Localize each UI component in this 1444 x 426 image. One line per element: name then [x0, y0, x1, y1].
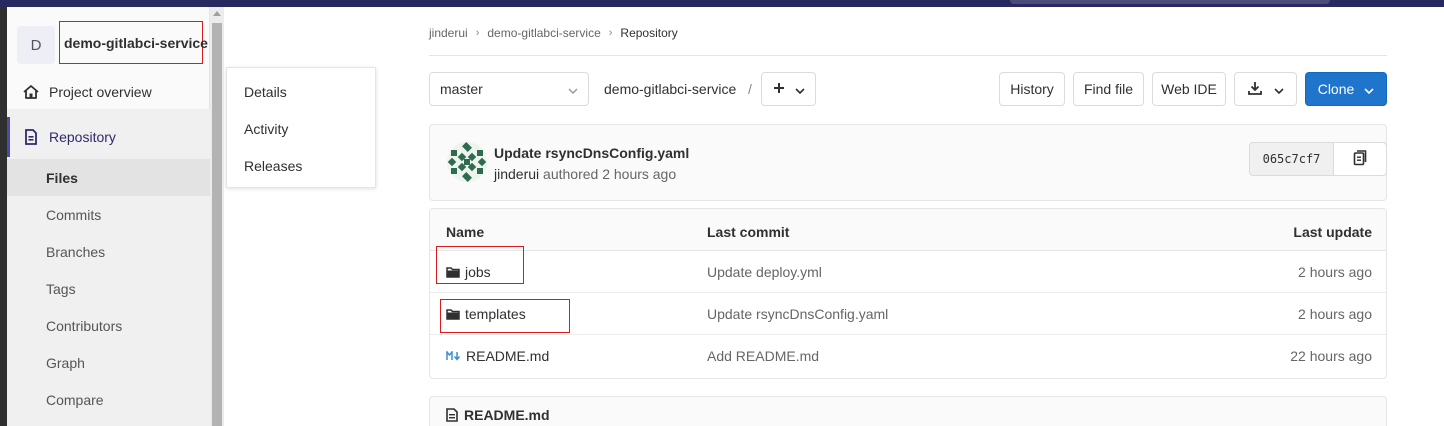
scroll-up-icon[interactable]: [213, 11, 221, 16]
markdown-icon: [446, 351, 461, 361]
readme-header: README.md: [446, 407, 550, 423]
path-separator: /: [748, 81, 752, 97]
sidebar-item-label: Project overview: [49, 83, 152, 100]
table-row[interactable]: templates Update rsyncDnsConfig.yaml 2 h…: [430, 293, 1386, 335]
file-name[interactable]: README.md: [446, 348, 549, 364]
plus-icon: [773, 81, 785, 97]
highlight-box: [436, 246, 524, 284]
sidebar-item-tags[interactable]: Tags: [7, 270, 210, 307]
project-overview-flyout: Details Activity Releases: [226, 67, 376, 188]
home-icon: [22, 83, 40, 101]
breadcrumb-divider: [429, 55, 1387, 56]
sidebar-item-graph[interactable]: Graph: [7, 344, 210, 381]
file-icon: [446, 408, 458, 422]
commit-meta-suffix: authored 2 hours ago: [543, 166, 677, 182]
web-ide-button[interactable]: Web IDE: [1152, 72, 1226, 106]
readme-panel: README.md: [429, 396, 1387, 426]
flyout-item-releases[interactable]: Releases: [227, 147, 375, 184]
column-header-name: Name: [446, 224, 485, 240]
sidebar-item-files[interactable]: Files: [7, 159, 210, 196]
column-header-last-commit: Last commit: [707, 224, 790, 240]
sidebar-scrollbar[interactable]: [210, 7, 224, 426]
copy-sha-button[interactable]: [1334, 143, 1386, 175]
file-last-update: 2 hours ago: [1298, 306, 1372, 322]
top-navbar: [0, 0, 1444, 7]
document-icon: [22, 128, 40, 146]
chevron-right-icon: ›: [475, 27, 480, 39]
file-last-update: 2 hours ago: [1298, 264, 1372, 280]
project-name[interactable]: demo-gitlabci-service: [59, 21, 208, 64]
commit-author-avatar[interactable]: [447, 142, 487, 182]
sidebar-item-label: Repository: [49, 129, 116, 145]
breadcrumb-current[interactable]: Repository: [620, 26, 677, 40]
add-to-tree-button[interactable]: [761, 72, 816, 106]
sidebar-item-contributors[interactable]: Contributors: [7, 307, 210, 344]
flyout-item-details[interactable]: Details: [227, 73, 375, 110]
scrollbar-thumb[interactable]: [212, 23, 222, 426]
sidebar-item-compare[interactable]: Compare: [7, 381, 210, 418]
column-header-last-update: Last update: [1293, 224, 1372, 240]
file-name-label: README.md: [466, 348, 550, 364]
find-file-button[interactable]: Find file: [1073, 72, 1144, 106]
project-sidebar: D demo-gitlabci-service Project overview…: [7, 7, 210, 426]
last-commit-panel: Update rsyncDnsConfig.yaml jinderui auth…: [429, 124, 1387, 201]
commit-meta: jinderui authored 2 hours ago: [494, 166, 676, 182]
file-last-commit[interactable]: Update rsyncDnsConfig.yaml: [707, 306, 888, 322]
file-last-commit[interactable]: Update deploy.yml: [707, 264, 822, 280]
breadcrumb-user[interactable]: jinderui: [429, 26, 468, 40]
chevron-right-icon: ›: [608, 27, 613, 39]
branch-select-value: master: [440, 81, 483, 97]
breadcrumb-project[interactable]: demo-gitlabci-service: [487, 26, 600, 40]
window-edge: [0, 7, 7, 426]
branch-select[interactable]: master: [429, 72, 589, 106]
table-header: Name Last commit Last update: [430, 209, 1386, 251]
chevron-down-icon: [568, 81, 578, 97]
repo-path[interactable]: demo-gitlabci-service: [604, 81, 736, 97]
chevron-down-icon: [1364, 81, 1374, 97]
table-row[interactable]: README.md Add README.md 22 hours ago: [430, 335, 1386, 377]
project-header[interactable]: D: [17, 25, 55, 65]
breadcrumb: jinderui › demo-gitlabci-service › Repos…: [429, 23, 678, 43]
commit-author[interactable]: jinderui: [494, 166, 539, 182]
commit-sha-group: 065c7cf7: [1249, 142, 1387, 176]
download-button[interactable]: [1234, 72, 1297, 106]
chevron-down-icon: [1273, 81, 1284, 97]
readme-title: README.md: [464, 407, 550, 423]
clone-button-label: Clone: [1317, 81, 1355, 97]
clone-button[interactable]: Clone: [1305, 72, 1387, 106]
copy-icon: [1353, 149, 1367, 169]
sidebar-item-repository[interactable]: Repository: [7, 117, 210, 157]
search-bar[interactable]: [1010, 0, 1330, 4]
file-last-update: 22 hours ago: [1290, 348, 1372, 364]
sidebar-item-commits[interactable]: Commits: [7, 196, 210, 233]
commit-title[interactable]: Update rsyncDnsConfig.yaml: [494, 145, 689, 161]
download-icon: [1247, 81, 1262, 98]
commit-sha[interactable]: 065c7cf7: [1250, 143, 1334, 175]
chevron-down-icon: [794, 81, 805, 97]
sidebar-item-branches[interactable]: Branches: [7, 233, 210, 270]
flyout-item-activity[interactable]: Activity: [227, 110, 375, 147]
project-avatar[interactable]: D: [17, 26, 55, 64]
sidebar-item-project-overview[interactable]: Project overview: [7, 73, 210, 110]
file-last-commit[interactable]: Add README.md: [707, 348, 819, 364]
highlight-box: [440, 299, 570, 333]
history-button[interactable]: History: [999, 72, 1065, 106]
table-row[interactable]: jobs Update deploy.yml 2 hours ago: [430, 251, 1386, 293]
file-tree-table: Name Last commit Last update jobs Update…: [429, 208, 1387, 379]
